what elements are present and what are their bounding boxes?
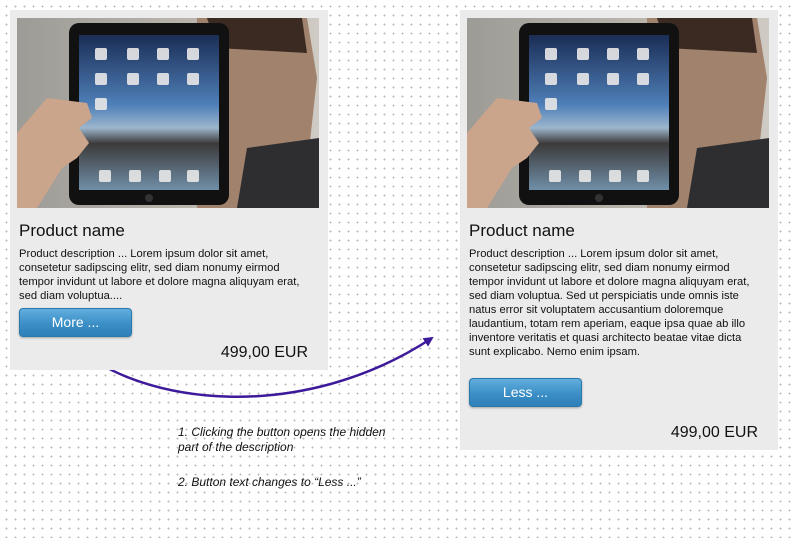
product-price: 499,00 EUR [670,424,758,441]
annotation-step-1: 1. Clicking the button opens the hidden … [178,425,386,454]
product-name: Product name [19,221,125,240]
product-description: Product description ... Lorem ipsum dolo… [469,248,750,358]
product-description: Product description ... Lorem ipsum dolo… [19,248,300,302]
annotation-step-2: 2. Button text changes to “Less ...” [178,475,361,489]
product-image [467,18,769,208]
more-button[interactable]: More ... [19,308,132,337]
product-name: Product name [469,221,575,240]
product-card-collapsed: Product name Product description ... Lor… [10,10,328,370]
product-image [17,18,319,208]
product-price: 499,00 EUR [220,344,308,361]
less-button[interactable]: Less ... [469,378,582,407]
product-card-expanded: Product name Product description ... Lor… [460,10,778,450]
